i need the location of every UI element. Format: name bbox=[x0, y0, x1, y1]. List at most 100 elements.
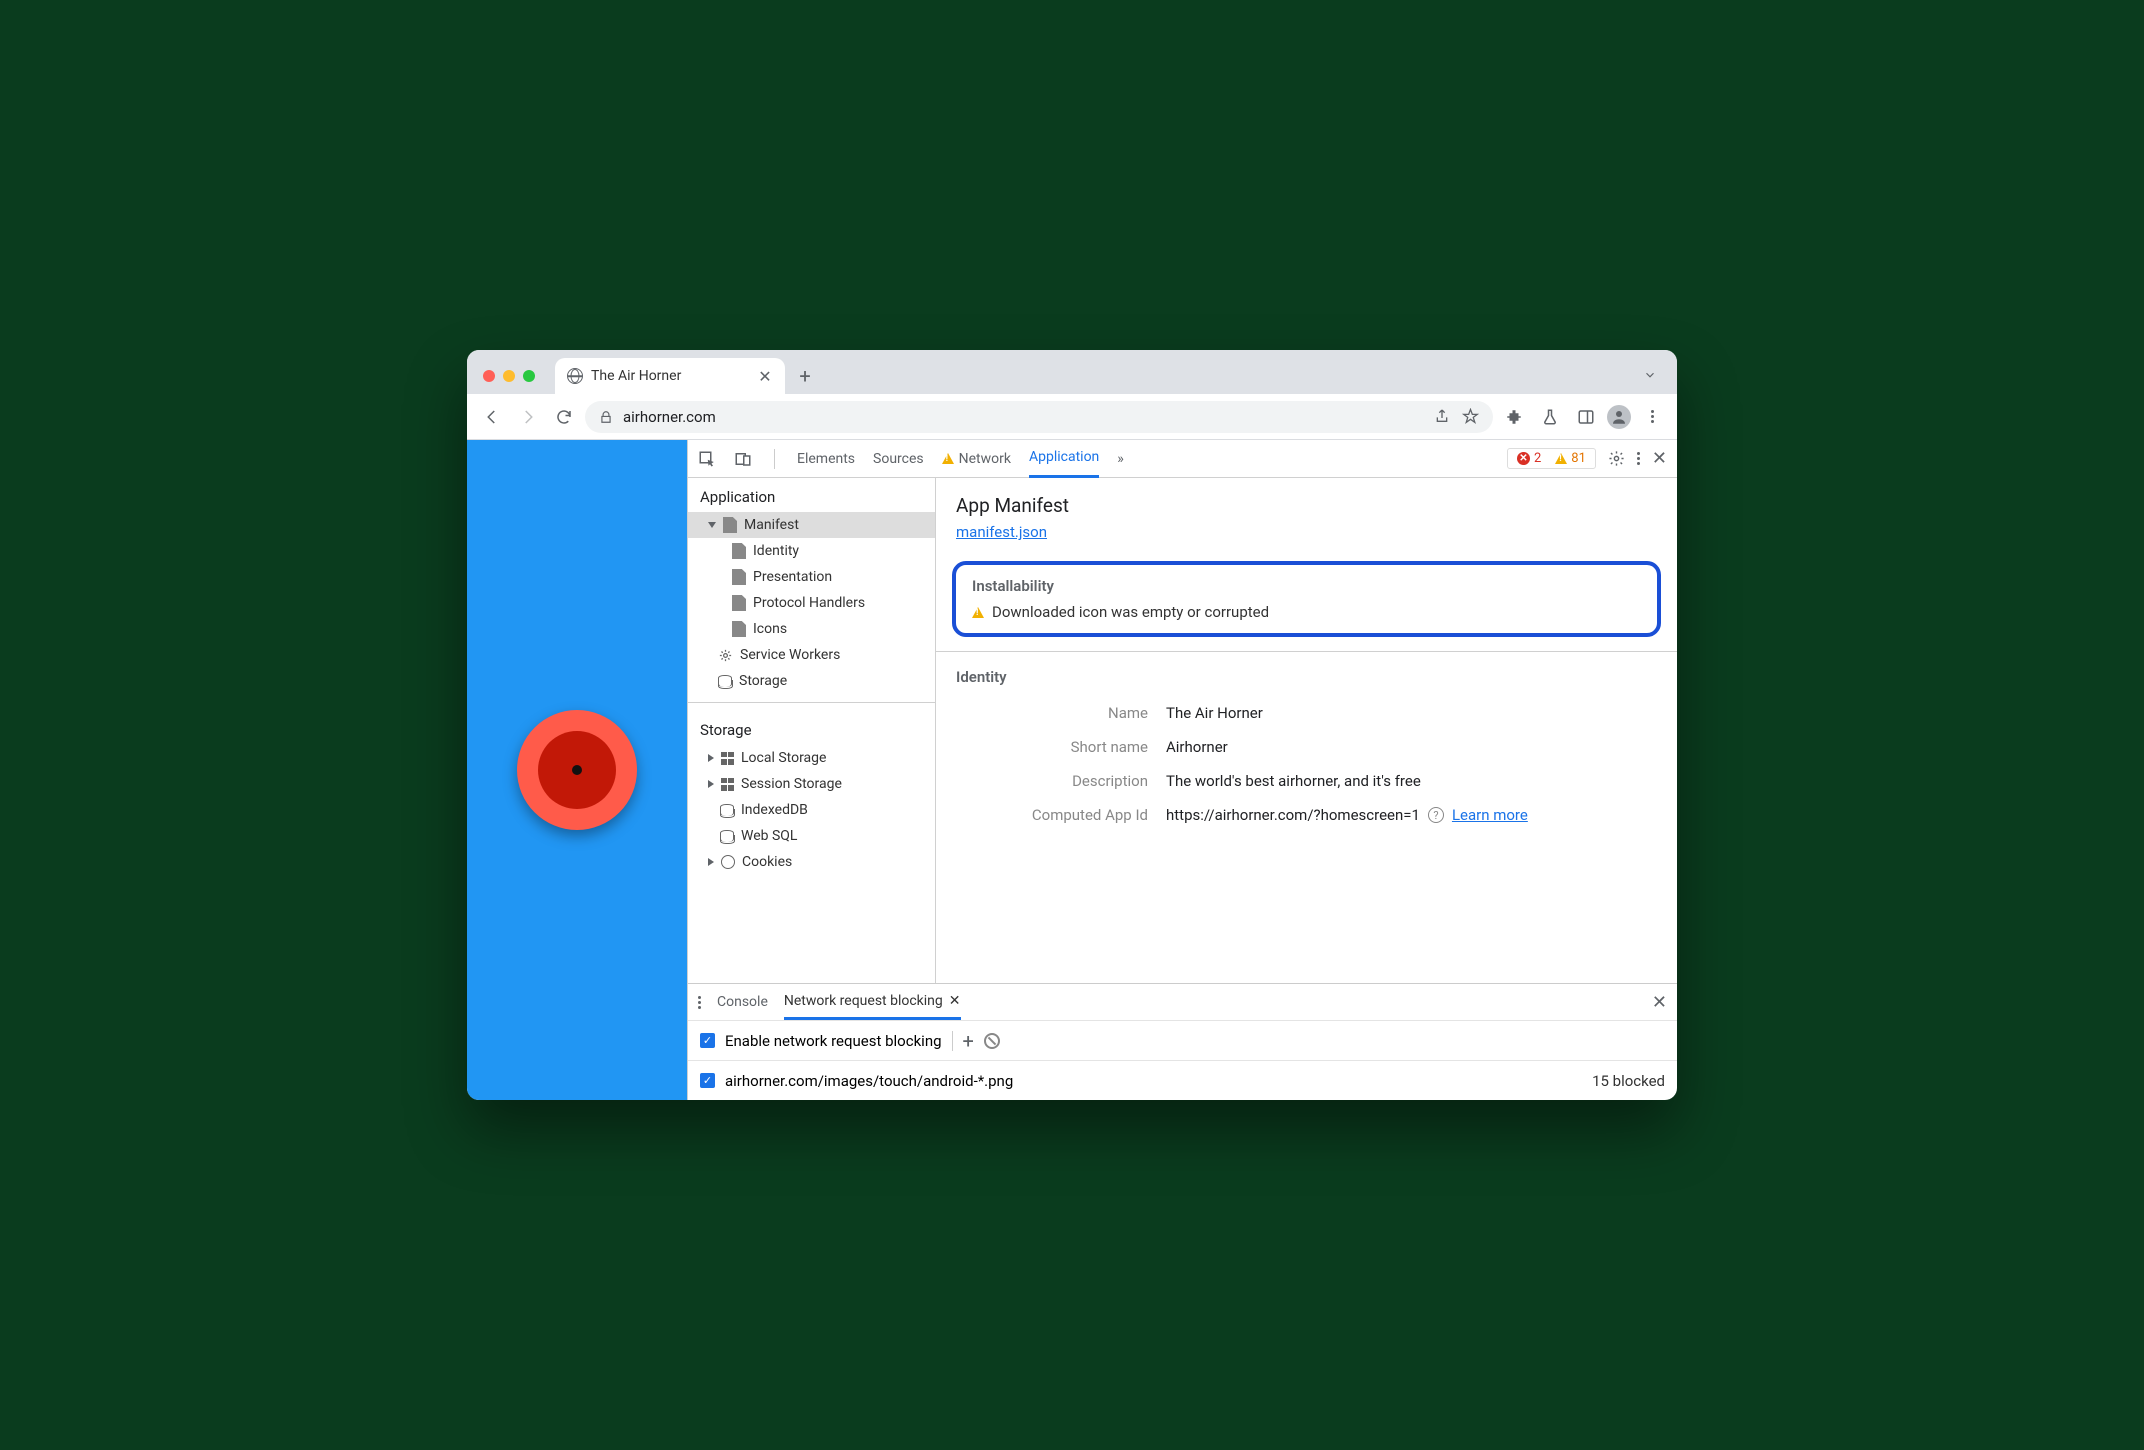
extensions-button[interactable] bbox=[1499, 402, 1529, 432]
tabs-overflow-button[interactable] bbox=[1643, 368, 1657, 382]
tab-elements[interactable]: Elements bbox=[797, 451, 855, 467]
drawer-menu-button[interactable] bbox=[698, 996, 701, 1009]
warning-icon bbox=[1555, 453, 1567, 464]
sidebar-item-identity[interactable]: Identity bbox=[688, 538, 935, 564]
browser-toolbar: airhorner.com bbox=[467, 394, 1677, 440]
settings-gear-icon[interactable] bbox=[1608, 450, 1625, 467]
file-icon bbox=[732, 569, 746, 585]
sidebar-group-application: Application bbox=[688, 478, 935, 512]
tab-strip: The Air Horner ✕ + bbox=[467, 350, 1677, 394]
manifest-title: App Manifest bbox=[936, 478, 1677, 523]
short-name-value: Airhorner bbox=[1166, 738, 1228, 756]
share-icon[interactable] bbox=[1434, 408, 1450, 424]
profile-button[interactable] bbox=[1607, 405, 1631, 429]
database-icon bbox=[720, 804, 734, 816]
app-id-value: https://airhorner.com/?homescreen=1 bbox=[1166, 806, 1420, 824]
warning-icon bbox=[942, 453, 954, 464]
installability-message: Downloaded icon was empty or corrupted bbox=[992, 603, 1269, 621]
sidebar-item-manifest[interactable]: Manifest bbox=[688, 512, 935, 538]
address-bar[interactable]: airhorner.com bbox=[585, 401, 1493, 433]
tab-network[interactable]: Network bbox=[942, 451, 1011, 467]
sidebar-group-storage: Storage bbox=[688, 711, 935, 745]
application-sidebar: Application Manifest Identity Presentati… bbox=[688, 478, 936, 983]
grid-icon bbox=[721, 778, 734, 791]
url-text: airhorner.com bbox=[623, 408, 716, 426]
pattern-checkbox[interactable]: ✓ bbox=[700, 1073, 715, 1088]
file-icon bbox=[732, 621, 746, 637]
airhorn-dot bbox=[572, 765, 582, 775]
tab-title: The Air Horner bbox=[591, 368, 681, 384]
close-window-button[interactable] bbox=[483, 370, 495, 382]
file-icon bbox=[732, 543, 746, 559]
tab-application[interactable]: Application bbox=[1029, 440, 1099, 478]
learn-more-link[interactable]: Learn more bbox=[1452, 806, 1528, 824]
close-tab-button[interactable]: ✕ bbox=[757, 368, 773, 384]
sidebar-item-websql[interactable]: Web SQL bbox=[688, 823, 935, 849]
warning-icon bbox=[972, 607, 984, 618]
sidebar-item-storage[interactable]: Storage bbox=[688, 668, 935, 694]
help-icon[interactable]: ? bbox=[1428, 807, 1444, 823]
sidebar-item-cookies[interactable]: Cookies bbox=[688, 849, 935, 875]
reload-button[interactable] bbox=[549, 402, 579, 432]
short-name-label: Short name bbox=[956, 738, 1166, 756]
content-area: Elements Sources Network Application » ✕… bbox=[467, 440, 1677, 1100]
enable-blocking-checkbox[interactable]: ✓ bbox=[700, 1033, 715, 1048]
add-pattern-button[interactable]: + bbox=[963, 1029, 974, 1053]
device-toggle-icon[interactable] bbox=[734, 450, 752, 468]
browser-menu-button[interactable] bbox=[1637, 402, 1667, 432]
sidebar-item-protocol-handlers[interactable]: Protocol Handlers bbox=[688, 590, 935, 616]
airhorn-button[interactable] bbox=[517, 710, 637, 830]
browser-tab[interactable]: The Air Horner ✕ bbox=[555, 358, 785, 394]
minimize-window-button[interactable] bbox=[503, 370, 515, 382]
devtools-panel: Elements Sources Network Application » ✕… bbox=[687, 440, 1677, 1100]
file-icon bbox=[723, 517, 737, 533]
error-icon: ✕ bbox=[1517, 452, 1530, 465]
close-drawer-button[interactable]: ✕ bbox=[1652, 992, 1667, 1013]
installability-callout: Installability Downloaded icon was empty… bbox=[952, 561, 1661, 637]
new-tab-button[interactable]: + bbox=[797, 368, 813, 384]
manifest-link[interactable]: manifest.json bbox=[936, 523, 1067, 555]
manifest-panel: App Manifest manifest.json Installabilit… bbox=[936, 478, 1677, 983]
tab-sources[interactable]: Sources bbox=[873, 451, 924, 467]
page-viewport bbox=[467, 440, 687, 1100]
sidebar-item-icons[interactable]: Icons bbox=[688, 616, 935, 642]
file-icon bbox=[732, 595, 746, 611]
window-controls bbox=[475, 370, 543, 394]
back-button[interactable] bbox=[477, 402, 507, 432]
sidebar-item-session-storage[interactable]: Session Storage bbox=[688, 771, 935, 797]
blocked-count: 15 blocked bbox=[1592, 1072, 1665, 1090]
cookie-icon bbox=[721, 855, 735, 869]
sidebar-item-presentation[interactable]: Presentation bbox=[688, 564, 935, 590]
issues-counter[interactable]: ✕2 81 bbox=[1507, 448, 1596, 469]
inspect-icon[interactable] bbox=[698, 450, 716, 468]
sidepanel-button[interactable] bbox=[1571, 402, 1601, 432]
browser-window: The Air Horner ✕ + airhorner.com bbox=[467, 350, 1677, 1100]
sidebar-item-indexeddb[interactable]: IndexedDB bbox=[688, 797, 935, 823]
grid-icon bbox=[721, 752, 734, 765]
devtools-menu-button[interactable] bbox=[1637, 452, 1640, 465]
sidebar-item-service-workers[interactable]: Service Workers bbox=[688, 642, 935, 668]
close-drawer-tab-button[interactable]: ✕ bbox=[949, 993, 961, 1009]
maximize-window-button[interactable] bbox=[523, 370, 535, 382]
clear-patterns-button[interactable] bbox=[984, 1033, 1000, 1049]
drawer-tab-console[interactable]: Console bbox=[717, 984, 768, 1020]
sidebar-item-local-storage[interactable]: Local Storage bbox=[688, 745, 935, 771]
drawer-tab-network-request-blocking[interactable]: Network request blocking✕ bbox=[784, 984, 961, 1020]
tabs-more-button[interactable]: » bbox=[1117, 451, 1124, 467]
installability-title: Installability bbox=[972, 577, 1641, 595]
labs-button[interactable] bbox=[1535, 402, 1565, 432]
blocking-pattern[interactable]: airhorner.com/images/touch/android-*.png bbox=[725, 1072, 1013, 1090]
database-icon bbox=[720, 830, 734, 842]
devtools-tabs: Elements Sources Network Application » ✕… bbox=[688, 440, 1677, 478]
forward-button[interactable] bbox=[513, 402, 543, 432]
enable-blocking-label: Enable network request blocking bbox=[725, 1032, 942, 1050]
name-value: The Air Horner bbox=[1166, 704, 1263, 722]
airhorn-inner bbox=[538, 731, 616, 809]
description-label: Description bbox=[956, 772, 1166, 790]
database-icon bbox=[718, 675, 732, 687]
globe-icon bbox=[567, 368, 583, 384]
identity-section-title: Identity bbox=[936, 652, 1677, 696]
close-devtools-button[interactable]: ✕ bbox=[1652, 448, 1667, 469]
description-value: The world's best airhorner, and it's fre… bbox=[1166, 772, 1421, 790]
bookmark-star-icon[interactable] bbox=[1462, 408, 1479, 425]
